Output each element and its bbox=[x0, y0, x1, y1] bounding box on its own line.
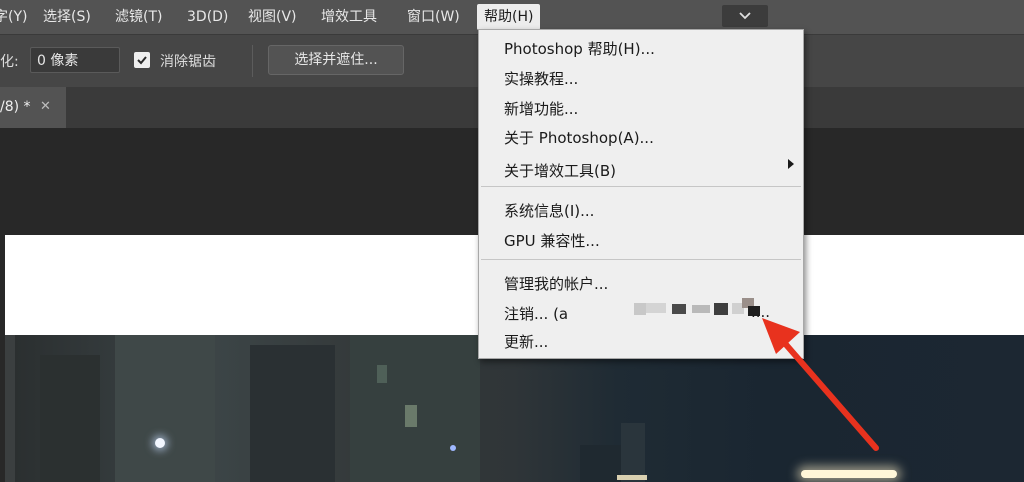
red-arrow-annotation bbox=[762, 318, 879, 451]
